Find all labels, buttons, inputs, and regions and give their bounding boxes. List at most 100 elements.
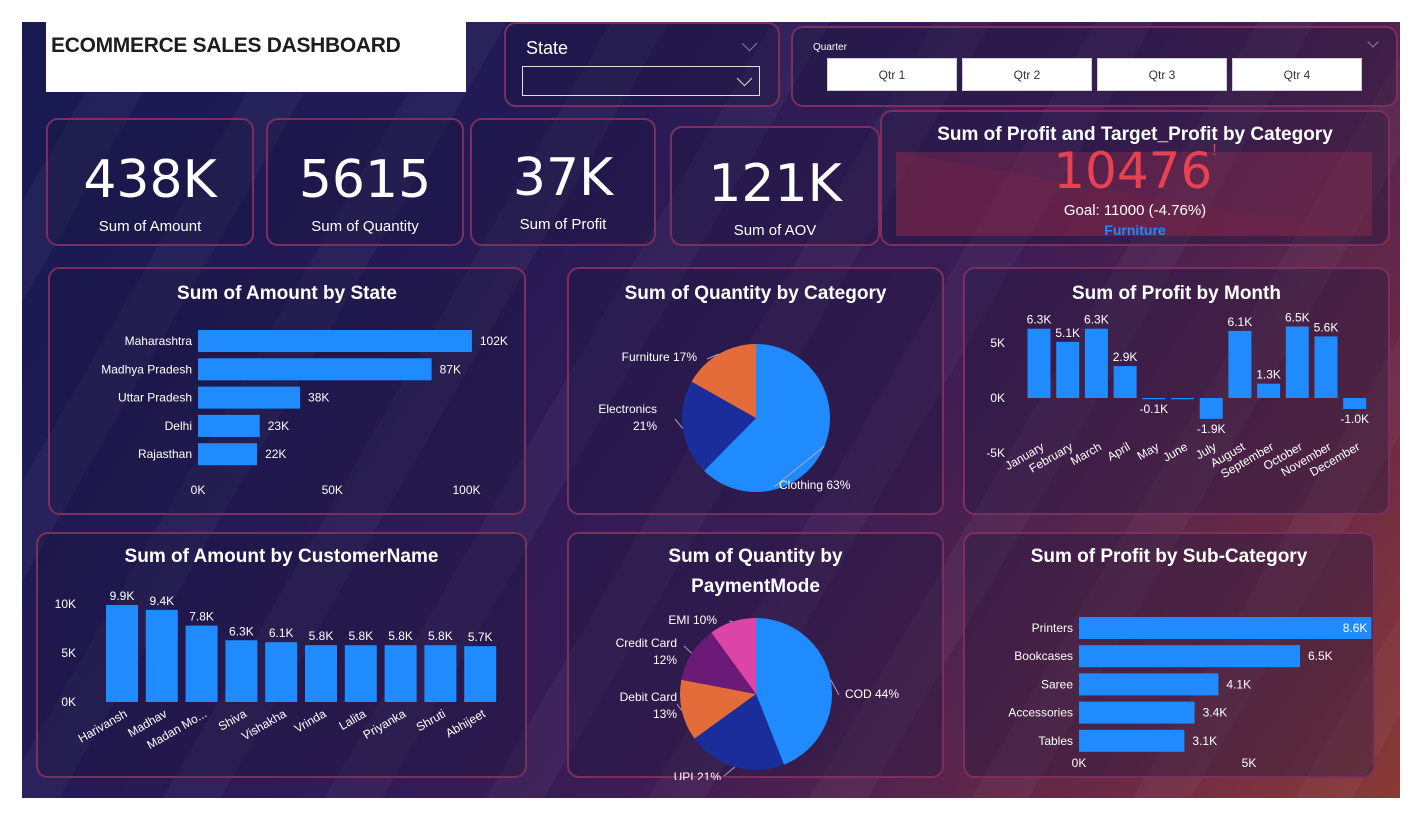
x-tick-label: 0K	[191, 483, 206, 497]
data-label: 5.8K	[309, 629, 334, 643]
data-label: 3.1K	[1192, 734, 1217, 748]
dashboard-title: ECOMMERCE SALES DASHBOARD	[51, 34, 401, 57]
bar	[305, 645, 337, 702]
bar	[1285, 326, 1309, 398]
bar	[1056, 341, 1080, 398]
bar	[384, 645, 417, 702]
slice-label: UPI 21%	[674, 770, 722, 780]
data-label: 5.7K	[468, 630, 493, 644]
kpi-card-quantity: 5615 Sum of Quantity	[266, 118, 464, 246]
data-label: 7.8K	[189, 610, 214, 624]
y-tick-label: 5K	[990, 336, 1005, 350]
bar	[1027, 328, 1051, 398]
data-label: 6.1K	[269, 626, 294, 640]
bar	[198, 386, 301, 409]
quantity-by-payment-panel: Sum of Quantity by PaymentMode COD 44% UP…	[567, 532, 944, 780]
kpi-card-amount: 438K Sum of Amount	[46, 118, 254, 246]
bar	[1079, 617, 1372, 639]
quantity-by-category-panel: Sum of Quantity by Category Clothing 63%…	[567, 267, 944, 515]
gauge-panel: Sum of Profit and Target_Profit by Categ…	[880, 110, 1390, 246]
bar	[1079, 645, 1300, 668]
kpi-label: Sum of AOV	[733, 222, 817, 239]
state-dropdown-field[interactable]	[522, 66, 760, 96]
bar	[424, 645, 457, 702]
bar	[145, 609, 178, 702]
bar	[265, 642, 298, 702]
kpi-card-profit: 37K Sum of Profit	[470, 118, 656, 246]
dashboard-canvas: ECOMMERCE SALES DASHBOARD State Quarter …	[22, 22, 1400, 798]
chevron-down-icon[interactable]	[736, 70, 753, 87]
bar	[198, 414, 260, 437]
leader-line	[728, 620, 733, 623]
slice-label: COD 44%	[845, 687, 899, 701]
data-label: 102K	[480, 334, 508, 348]
category-label: Abhijeet	[443, 706, 488, 740]
bar	[1228, 330, 1252, 398]
data-label: 6.1K	[1228, 315, 1253, 329]
slice-label: Electronics	[598, 402, 657, 416]
bar	[1257, 383, 1281, 398]
kpi-label: Sum of Profit	[519, 216, 607, 233]
profit-by-subcategory-chart: Printers 8.6K Bookcases 6.5K Saree 4.1K Access…	[1008, 617, 1372, 770]
kpi-label: Sum of Amount	[98, 218, 202, 235]
profit-by-subcategory-panel: Sum of Profit by Sub-Category Printers 8.…	[963, 532, 1375, 778]
data-label: 4.1K	[1226, 677, 1251, 691]
data-label: 22K	[265, 447, 286, 461]
chevron-down-icon[interactable]	[1367, 36, 1379, 48]
slice-label: Furniture 17%	[622, 350, 698, 364]
y-tick-label: -5K	[986, 446, 1005, 460]
quarter-option-qtr2[interactable]: Qtr 2	[962, 58, 1092, 91]
bar	[1079, 673, 1219, 696]
data-label: 5.1K	[1055, 326, 1080, 340]
kpi-value: 438K	[83, 150, 217, 210]
category-label: May	[1135, 439, 1162, 462]
data-label: 9.9K	[110, 589, 135, 603]
slice-label: Credit Card	[616, 636, 677, 650]
slice-label: 21%	[633, 419, 657, 433]
leader-line	[723, 766, 736, 777]
slice-label: Clothing 63%	[779, 478, 851, 492]
x-tick-label: 5K	[1242, 756, 1257, 770]
kpi-value: 37K	[512, 148, 614, 208]
quantity-by-payment-chart: COD 44% UPI 21% Debit Card 13% Credit Card 12…	[616, 613, 900, 780]
data-label: 3.4K	[1203, 706, 1228, 720]
x-tick-label: 0K	[1072, 756, 1087, 770]
x-tick-label: 50K	[322, 483, 343, 497]
quantity-by-category-chart: Clothing 63% Electronics 21% Furniture 17%	[598, 344, 851, 492]
bar	[1199, 398, 1223, 419]
bar	[1171, 398, 1194, 400]
category-label: Vishakha	[239, 706, 289, 743]
x-tick-label: 100K	[453, 483, 481, 497]
quarter-option-qtr4[interactable]: Qtr 4	[1232, 58, 1362, 91]
bar	[1084, 328, 1108, 398]
data-label: 6.3K	[1084, 313, 1109, 327]
category-label: Printers	[1032, 621, 1073, 635]
data-label: 5.8K	[348, 629, 373, 643]
quarter-option-qtr3[interactable]: Qtr 3	[1097, 58, 1227, 91]
bar	[1079, 729, 1185, 752]
leader-line	[683, 645, 693, 654]
category-label: April	[1105, 439, 1133, 463]
profit-by-month-panel: Sum of Profit by Month 5K 0K -5K 6.3K Januar…	[963, 267, 1390, 515]
data-label: 9.4K	[149, 594, 174, 608]
quarter-option-qtr1[interactable]: Qtr 1	[827, 58, 957, 91]
data-label: 1.3K	[1256, 368, 1281, 382]
quarter-slicer-label: Quarter	[813, 42, 847, 53]
data-label: -1.0K	[1340, 412, 1369, 426]
profit-by-month-chart: 5K0K-5K6.3KJanuary5.1KFebruary6.3KMarch2…	[986, 311, 1369, 481]
chevron-down-icon[interactable]	[741, 35, 758, 52]
bar	[1113, 366, 1137, 398]
data-label: 2.9K	[1113, 350, 1138, 364]
slice-label: EMI 10%	[668, 613, 717, 627]
category-label: Uttar Pradesh	[118, 391, 192, 405]
category-label: Delhi	[165, 419, 192, 433]
category-label: Harivansh	[76, 706, 130, 745]
y-tick-label: 0K	[61, 695, 76, 709]
bar	[1142, 398, 1166, 400]
data-label: -1.9K	[1197, 422, 1226, 436]
amount-by-state-chart: Maharashtra 102K Madhya Pradesh 87K Uttar Pr…	[101, 330, 508, 497]
data-label: 5.8K	[388, 629, 413, 643]
y-tick-label: 10K	[55, 597, 76, 611]
gauge-value: 10476	[1053, 142, 1213, 200]
bar	[198, 330, 472, 352]
